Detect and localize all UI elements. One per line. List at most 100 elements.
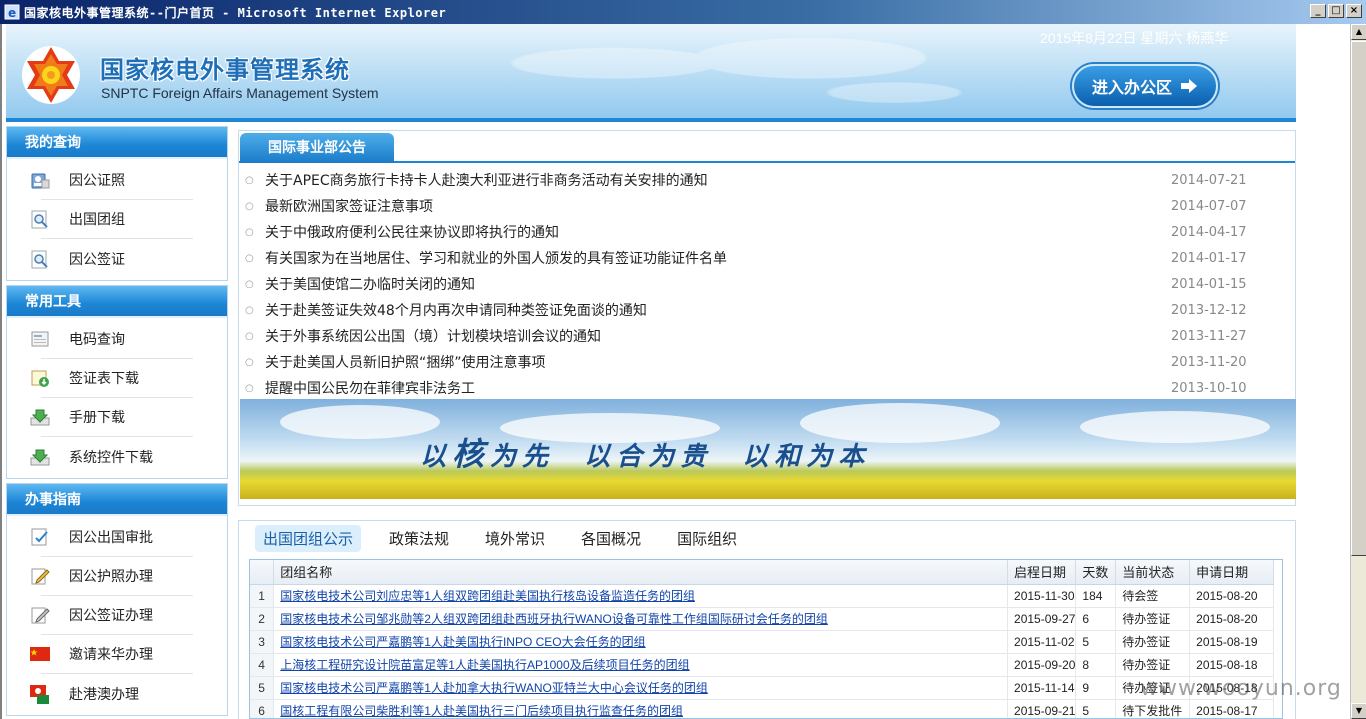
tab-announcements[interactable]: 国际事业部公告 bbox=[240, 133, 394, 163]
sidebar-item-passport-processing[interactable]: 因公护照办理 bbox=[31, 557, 193, 596]
announcement-title[interactable]: 关于美国使馆二办临时关闭的通知 bbox=[265, 274, 1171, 294]
scroll-down-icon[interactable]: ▼ bbox=[1351, 703, 1366, 719]
tab-country-overview[interactable]: 各国概况 bbox=[573, 525, 649, 552]
close-button[interactable]: × bbox=[1346, 4, 1362, 18]
announcement-date: 2013-12-12 bbox=[1171, 302, 1247, 318]
announcement-title[interactable]: 关于赴美签证失效48个月内再次申请同种类签证免面谈的通知 bbox=[265, 300, 1171, 320]
sidebar-item-code-lookup[interactable]: 电码查询 bbox=[31, 320, 193, 359]
sidebar-item-hk-macao[interactable]: 赴港澳办理 bbox=[30, 674, 193, 713]
announcement-title[interactable]: 关于APEC商务旅行卡持卡人赴澳大利亚进行非商务活动有关安排的通知 bbox=[265, 170, 1171, 190]
status-cell: 待办签证 bbox=[1115, 630, 1191, 654]
group-name-link[interactable]: 国家核电技术公司严嘉鹏等1人赴美国执行INPO CEO大会任务的团组 bbox=[280, 635, 645, 649]
magnifier-doc-icon bbox=[29, 248, 51, 270]
announcement-date: 2014-07-07 bbox=[1171, 198, 1247, 214]
start-date-cell: 2015-09-20 bbox=[1007, 653, 1077, 677]
announcement-title[interactable]: 有关国家为在当地居住、学习和就业的外国人颁发的具有签证功能证件名单 bbox=[265, 248, 1171, 268]
bullet-icon: ○ bbox=[245, 304, 254, 316]
group-name-link[interactable]: 国核工程有限公司柴胜利等1人赴美国执行三门后续项目执行监查任务的团组 bbox=[280, 704, 683, 718]
announcement-item[interactable]: ○ 提醒中国公民勿在菲律宾非法务工 2013-10-10 bbox=[239, 375, 1295, 401]
system-title: 国家核电外事管理系统 bbox=[100, 56, 350, 84]
download-tray-icon bbox=[29, 406, 51, 428]
column-header-status[interactable]: 当前状态 bbox=[1115, 560, 1191, 585]
announcement-title[interactable]: 关于赴美国人员新旧护照“捆绑”使用注意事项 bbox=[265, 352, 1171, 372]
tab-overseas-knowledge[interactable]: 境外常识 bbox=[477, 525, 553, 552]
edit-doc-icon bbox=[29, 565, 51, 587]
bullet-icon: ○ bbox=[245, 278, 254, 290]
announcement-item[interactable]: ○ 最新欧洲国家签证注意事项 2014-07-07 bbox=[239, 193, 1295, 219]
announcement-title[interactable]: 最新欧洲国家签证注意事项 bbox=[265, 196, 1171, 216]
announcement-date: 2014-01-15 bbox=[1171, 276, 1247, 292]
announcement-item[interactable]: ○ 关于外事系统因公出国（境）计划模块培训会议的通知 2013-11-27 bbox=[239, 323, 1295, 349]
column-header-index bbox=[250, 560, 275, 585]
tab-policies[interactable]: 政策法规 bbox=[381, 525, 457, 552]
announcement-list: ○ 关于APEC商务旅行卡持卡人赴澳大利亚进行非商务活动有关安排的通知 2014-0… bbox=[239, 163, 1295, 401]
sidebar-item-label: 因公出国审批 bbox=[69, 530, 153, 546]
group-name-cell: 国家核电技术公司邹兆勋等2人组双跨团组赴西班牙执行WANO设备可靠性工作组国际研… bbox=[273, 607, 1009, 631]
sidebar-item-plugin-download[interactable]: 系统控件下载 bbox=[30, 437, 193, 476]
announcement-item[interactable]: ○ 关于赴美国人员新旧护照“捆绑”使用注意事项 2013-11-20 bbox=[239, 349, 1295, 375]
approve-doc-icon bbox=[29, 526, 51, 548]
sidebar-item-visa-processing[interactable]: 因公签证办理 bbox=[31, 596, 193, 635]
group-name-link[interactable]: 国家核电技术公司刘应忠等1人组双跨团组赴美国执行核岛设备监造任务的团组 bbox=[280, 589, 695, 603]
sidebar-item-outbound-groups[interactable]: 出国团组 bbox=[31, 200, 193, 239]
scroll-thumb[interactable] bbox=[1351, 41, 1366, 556]
sidebar-item-manual-download[interactable]: 手册下载 bbox=[30, 398, 193, 437]
status-cell: 待会签 bbox=[1115, 584, 1191, 608]
table-row[interactable]: 4 上海核工程研究设计院苗富足等1人赴美国执行AP1000及后续项目任务的团组 … bbox=[250, 653, 1274, 677]
page-viewport: 国家核电外事管理系统 SNPTC Foreign Affairs Managem… bbox=[0, 24, 1350, 719]
table-row[interactable]: 5 国家核电技术公司严嘉鹏等1人赴加拿大执行WANO亚特兰大中心会议任务的团组 … bbox=[250, 676, 1274, 700]
tab-intl-orgs[interactable]: 国际组织 bbox=[669, 525, 745, 552]
applied-date-cell: 2015-08-18 bbox=[1189, 653, 1274, 677]
announcement-date: 2013-11-27 bbox=[1171, 328, 1247, 344]
sidebar-item-label: 手册下载 bbox=[69, 410, 125, 426]
sidebar-item-visa-form-download[interactable]: 签证表下载 bbox=[31, 359, 193, 398]
announcement-item[interactable]: ○ 有关国家为在当地居住、学习和就业的外国人颁发的具有签证功能证件名单 2014-0… bbox=[239, 245, 1295, 271]
sidebar-item-outbound-approval[interactable]: 因公出国审批 bbox=[31, 518, 193, 557]
enter-office-button[interactable]: 进入办公区 bbox=[1072, 64, 1218, 108]
status-cell: 待下发批件 bbox=[1115, 699, 1191, 718]
sidebar-item-label: 因公签证办理 bbox=[69, 608, 153, 624]
table-row[interactable]: 6 国核工程有限公司柴胜利等1人赴美国执行三门后续项目执行监查任务的团组 201… bbox=[250, 699, 1274, 718]
table-row[interactable]: 3 国家核电技术公司严嘉鹏等1人赴美国执行INPO CEO大会任务的团组 201… bbox=[250, 630, 1274, 654]
sidebar-section-tools: 常用工具 电码查询 签证表下载 手册下载 系统控件下载 bbox=[6, 285, 228, 479]
minimize-button[interactable]: _ bbox=[1310, 4, 1326, 18]
announcement-title[interactable]: 提醒中国公民勿在菲律宾非法务工 bbox=[265, 378, 1171, 398]
group-name-cell: 国家核电技术公司刘应忠等1人组双跨团组赴美国执行核岛设备监造任务的团组 bbox=[273, 584, 1009, 608]
announcement-title[interactable]: 关于外事系统因公出国（境）计划模块培训会议的通知 bbox=[265, 326, 1171, 346]
announcement-item[interactable]: ○ 关于中俄政府便利公民往来协议即将执行的通知 2014-04-17 bbox=[239, 219, 1295, 245]
row-index: 1 bbox=[250, 584, 275, 608]
column-header-applied[interactable]: 申请日期 bbox=[1189, 560, 1274, 585]
site-header: 国家核电外事管理系统 SNPTC Foreign Affairs Managem… bbox=[6, 24, 1296, 122]
sidebar-item-invite-to-china[interactable]: 邀请来华办理 bbox=[30, 635, 193, 674]
sidebar-item-official-visa[interactable]: 因公签证 bbox=[31, 239, 193, 278]
table-header-row: 团组名称 启程日期 天数 当前状态 申请日期 bbox=[250, 560, 1274, 585]
sidebar-section-guide: 办事指南 因公出国审批 因公护照办理 因公签证办理 邀请来华办理 赴港澳办理 bbox=[6, 483, 228, 716]
table-row[interactable]: 1 国家核电技术公司刘应忠等1人组双跨团组赴美国执行核岛设备监造任务的团组 20… bbox=[250, 584, 1274, 608]
announcement-item[interactable]: ○ 关于赴美签证失效48个月内再次申请同种类签证免面谈的通知 2013-12-12 bbox=[239, 297, 1295, 323]
announcement-item[interactable]: ○ 关于APEC商务旅行卡持卡人赴澳大利亚进行非商务活动有关安排的通知 2014-0… bbox=[239, 167, 1295, 193]
vertical-scrollbar[interactable]: ▲ ▼ bbox=[1350, 24, 1366, 719]
group-name-link[interactable]: 国家核电技术公司严嘉鹏等1人赴加拿大执行WANO亚特兰大中心会议任务的团组 bbox=[280, 681, 708, 695]
column-header-name[interactable]: 团组名称 bbox=[273, 560, 1009, 585]
enter-office-label: 进入办公区 bbox=[1091, 78, 1172, 97]
bullet-icon: ○ bbox=[245, 356, 254, 368]
column-header-start[interactable]: 启程日期 bbox=[1007, 560, 1077, 585]
sidebar-section-title: 常用工具 bbox=[7, 286, 227, 318]
status-cell: 待办签证 bbox=[1115, 607, 1191, 631]
days-cell: 6 bbox=[1075, 607, 1117, 631]
header-divider bbox=[6, 118, 1296, 122]
announcement-item[interactable]: ○ 关于美国使馆二办临时关闭的通知 2014-01-15 bbox=[239, 271, 1295, 297]
group-name-link[interactable]: 上海核工程研究设计院苗富足等1人赴美国执行AP1000及后续项目任务的团组 bbox=[280, 658, 689, 672]
tab-outbound-groups[interactable]: 出国团组公示 bbox=[255, 524, 362, 552]
days-cell: 8 bbox=[1075, 653, 1117, 677]
start-date-cell: 2015-11-30 bbox=[1007, 584, 1077, 608]
column-header-days[interactable]: 天数 bbox=[1075, 560, 1117, 585]
world-map-decoration bbox=[446, 24, 1006, 122]
sidebar-item-official-passport[interactable]: 因公证照 bbox=[31, 161, 193, 200]
group-name-link[interactable]: 国家核电技术公司邹兆勋等2人组双跨团组赴西班牙执行WANO设备可靠性工作组国际研… bbox=[280, 612, 828, 626]
date-user-info: 2015年8月22日 星期六 杨燕华 bbox=[1040, 30, 1229, 46]
maximize-button[interactable]: □ bbox=[1328, 4, 1344, 18]
table-row[interactable]: 2 国家核电技术公司邹兆勋等2人组双跨团组赴西班牙执行WANO设备可靠性工作组国… bbox=[250, 607, 1274, 631]
announcement-title[interactable]: 关于中俄政府便利公民往来协议即将执行的通知 bbox=[265, 222, 1171, 242]
scroll-up-icon[interactable]: ▲ bbox=[1351, 24, 1366, 40]
